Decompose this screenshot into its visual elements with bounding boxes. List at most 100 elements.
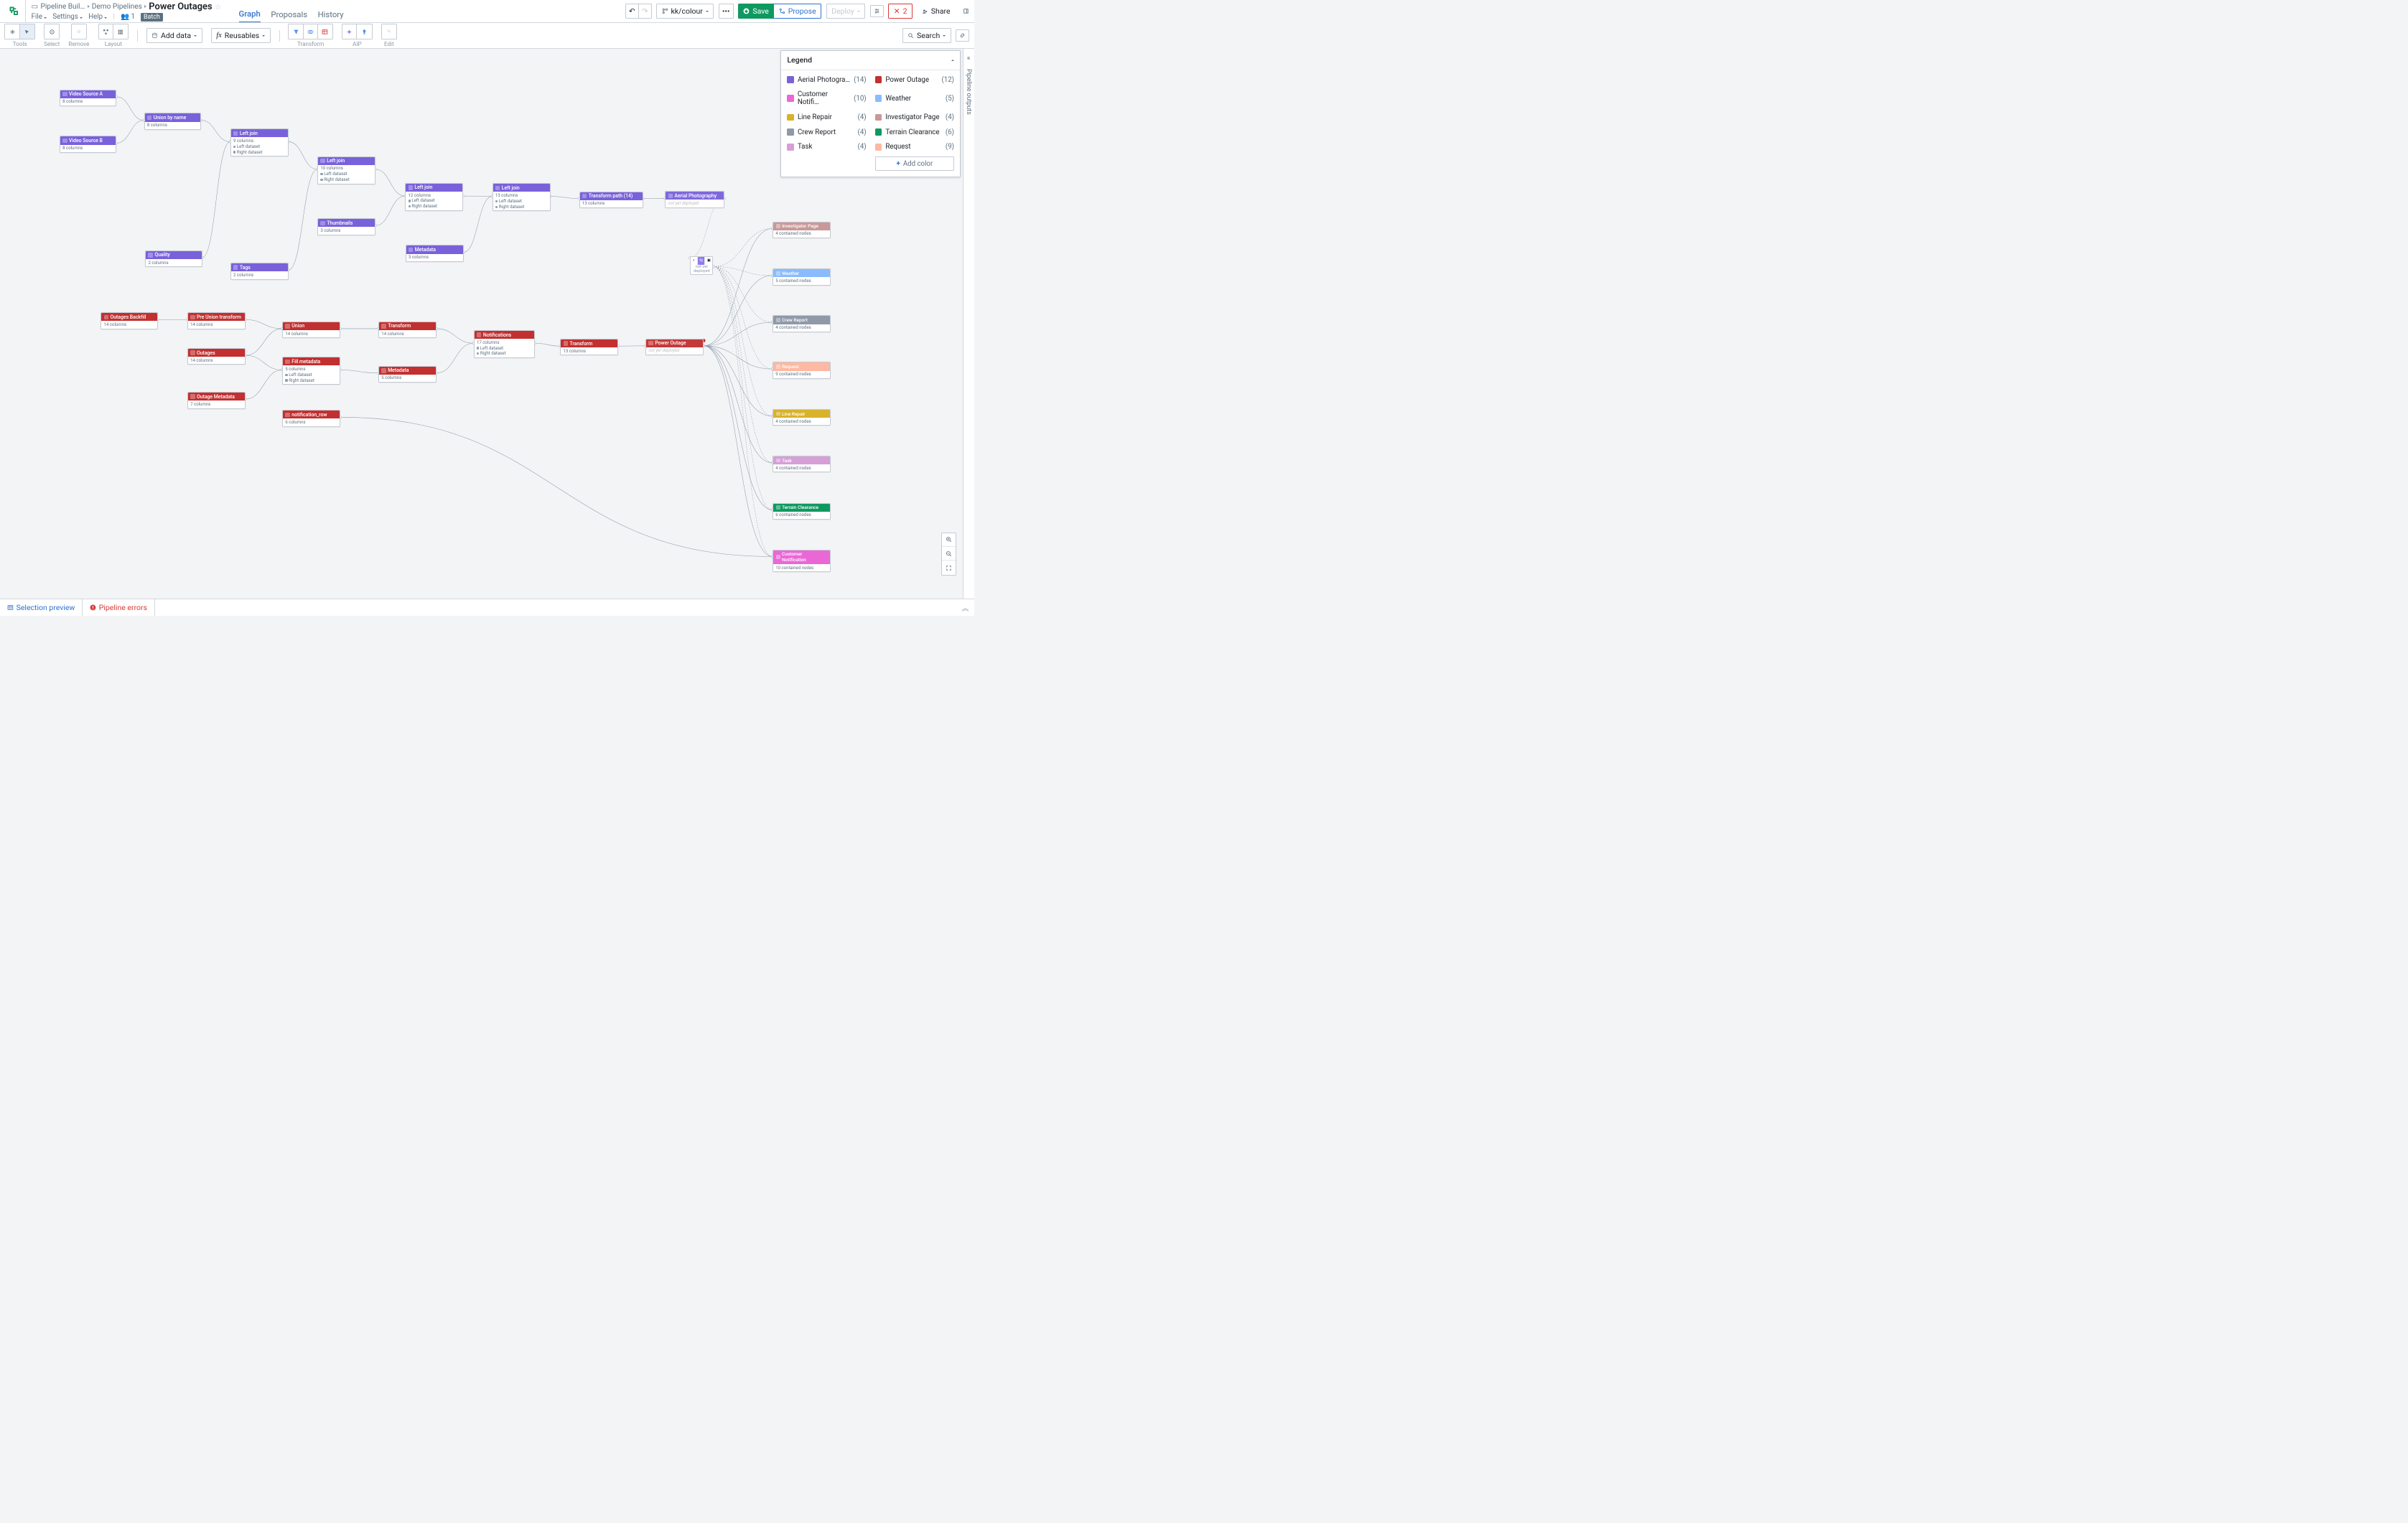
tab-history[interactable]: History (318, 9, 344, 23)
deploy-status-cluster[interactable]: ◐ ⇆ ▣ not yet deployed (690, 256, 713, 275)
graph-node-outages[interactable]: Outages 14 columns (187, 348, 246, 365)
graph-node-trans1[interactable]: Transform 14 columns (378, 322, 437, 338)
graph-node-preunion[interactable]: Pre Union transform 14 columns (187, 312, 246, 329)
zoom-in-button[interactable] (942, 533, 956, 547)
share-button[interactable]: Share (917, 4, 955, 18)
remove-tool[interactable]: ⊖ (72, 24, 86, 39)
expand-up-icon[interactable]: ︽ (962, 603, 974, 613)
more-menu[interactable]: ••• (719, 4, 734, 19)
graph-node-lj4[interactable]: Left join 13 columnsLeft datasetRight da… (493, 183, 551, 211)
node-type-icon (190, 394, 195, 398)
folder-icon: ▭ (32, 3, 39, 11)
zoom-fit-button[interactable] (942, 561, 956, 574)
output-node-o_inv[interactable]: Investigator Page 4 contained nodes (773, 222, 831, 238)
graph-node-ometa[interactable]: Outage Metadata 7 columns (187, 392, 246, 408)
legend-item[interactable]: Power Outage(12) (875, 73, 954, 87)
legend-item[interactable]: Investigator Page(4) (875, 111, 954, 124)
graph-node-meta2[interactable]: Metadata 3 columns (406, 245, 464, 261)
graph-node-qual[interactable]: Quality 2 columns (145, 250, 202, 267)
legend-item[interactable]: Task(4) (787, 140, 866, 154)
panel-toggle-icon[interactable] (960, 6, 972, 17)
tab-proposals[interactable]: Proposals (271, 9, 307, 23)
save-button[interactable]: Save (738, 4, 774, 19)
top-actions: ↶ ↷ kk/colour ••• Save Propose Deploy ✕ … (625, 4, 972, 19)
aip-sparkle-icon[interactable] (342, 24, 357, 39)
select-circle[interactable] (45, 24, 59, 39)
legend-item[interactable]: Terrain Clearance(6) (875, 126, 954, 139)
aip-bulb-icon[interactable] (357, 24, 371, 39)
chevron-up-icon[interactable] (951, 60, 954, 61)
graph-node-aerial[interactable]: Aerial Photography not yet deployed (665, 191, 724, 207)
output-node-o_line[interactable]: Line Repair 4 contained nodes (773, 409, 831, 426)
node-type-icon (147, 116, 151, 120)
menu-settings[interactable]: Settings (52, 13, 83, 21)
menu-help[interactable]: Help (88, 13, 107, 21)
output-node-o_task[interactable]: Task 4 contained nodes (773, 456, 831, 472)
layout-grid[interactable] (113, 24, 128, 39)
legend-item[interactable]: Aerial Photogra…(14) (787, 73, 866, 87)
branch-selector[interactable]: kk/colour (656, 4, 714, 19)
output-node-o_crew[interactable]: Crew Report 4 contained nodes (773, 315, 831, 332)
graph-node-trans2[interactable]: Transform 13 columns (560, 339, 618, 355)
undo-button[interactable]: ↶ (625, 4, 638, 19)
contributors[interactable]: 👥 1 (121, 13, 135, 21)
graph-node-union_name[interactable]: Union by name 8 columns (144, 113, 201, 129)
graph-node-vsb[interactable]: Video Source B 8 columns (60, 136, 116, 152)
graph-node-lj1[interactable]: Left join 9 columnsLeft datasetRight dat… (230, 128, 289, 156)
graph-node-tpath[interactable]: Transform path (14) 13 columns (579, 192, 643, 208)
output-node-o_ter[interactable]: Terrain Clearance 6 contained nodes (773, 503, 831, 520)
star-icon[interactable]: ☆ (215, 2, 221, 11)
graph-node-meta3[interactable]: Metadata 5 columns (378, 366, 437, 383)
add-color-button[interactable]: + Add color (875, 156, 954, 170)
graph-node-lj2[interactable]: Left join 10 columnsLeft datasetRight da… (317, 156, 375, 184)
crumb-app[interactable]: Pipeline Buil… (40, 3, 85, 11)
graph-node-vsa[interactable]: Video Source A 8 columns (60, 90, 116, 106)
collapse-icon[interactable]: « (967, 53, 971, 62)
graph-node-nrow[interactable]: notification_row 6 columns (282, 410, 340, 426)
output-node-o_cust[interactable]: Customer Notification 10 contained nodes (773, 550, 831, 572)
output-node-o_weather[interactable]: Weather 5 contained nodes (773, 268, 831, 285)
node-type-icon (285, 324, 289, 328)
selection-preview-tab[interactable]: Selection preview (0, 599, 83, 616)
graph-node-union2[interactable]: Union 14 columns (282, 322, 340, 338)
legend-item[interactable]: Line Repair(4) (787, 111, 866, 124)
top-bar: ▭ Pipeline Buil… Demo Pipelines Power Ou… (0, 0, 974, 23)
propose-button[interactable]: Propose (774, 4, 821, 19)
graph-node-poutage[interactable]: Power Outage not yet deployed (645, 339, 704, 355)
graph-node-tags[interactable]: Tags 2 columns (230, 263, 289, 279)
node-type-icon (320, 221, 325, 225)
edit-pencil-icon[interactable]: ✎ (382, 24, 396, 39)
graph-node-obackfill[interactable]: Outages Backfill 14 columns (101, 312, 157, 329)
legend-item[interactable]: Customer Notifi…(10) (787, 88, 866, 109)
legend-item[interactable]: Crew Report(4) (787, 126, 866, 139)
pipeline-outputs-tab[interactable]: Pipeline outputs (965, 69, 972, 115)
search-button[interactable]: Search (902, 28, 951, 43)
select-tool[interactable] (20, 24, 34, 39)
reusables-button[interactable]: fx Reusables (211, 28, 271, 43)
legend-item[interactable]: Weather(5) (875, 88, 954, 109)
output-node-o_req[interactable]: Request 9 contained nodes (773, 362, 831, 378)
add-data-button[interactable]: Add data (146, 28, 202, 43)
settings-sliders-icon[interactable] (870, 5, 884, 17)
layout-tree[interactable] (99, 24, 113, 39)
zoom-out-button[interactable] (942, 547, 956, 561)
node-type-icon (285, 413, 289, 417)
graph-node-notif[interactable]: Notifications 17 columnsLeft datasetRigh… (474, 330, 535, 358)
graph-node-lj3[interactable]: Left join 12 columnsLeft datasetRight da… (405, 183, 463, 211)
transform-filter-icon[interactable] (289, 24, 303, 39)
graph-node-fillmeta[interactable]: Fill metadata 5 columnsLeft datasetRight… (282, 357, 340, 385)
link-icon[interactable] (956, 29, 969, 42)
crumb-folder[interactable]: Demo Pipelines (92, 3, 142, 11)
transform-table-icon[interactable] (318, 24, 332, 39)
tab-graph[interactable]: Graph (239, 9, 261, 23)
menu-file[interactable]: File (32, 13, 47, 21)
transform-join-icon[interactable] (304, 24, 318, 39)
pipeline-errors-tab[interactable]: Pipeline errors (83, 599, 155, 616)
app-logo[interactable] (2, 0, 25, 23)
deploy-button[interactable]: Deploy (826, 4, 866, 19)
legend-item[interactable]: Request(9) (875, 140, 954, 154)
graph-node-thumb[interactable]: Thumbnails 3 columns (317, 218, 375, 235)
redo-button[interactable]: ↷ (638, 4, 652, 19)
error-count-chip[interactable]: ✕ 2 (888, 4, 913, 19)
pan-tool[interactable] (5, 24, 19, 39)
